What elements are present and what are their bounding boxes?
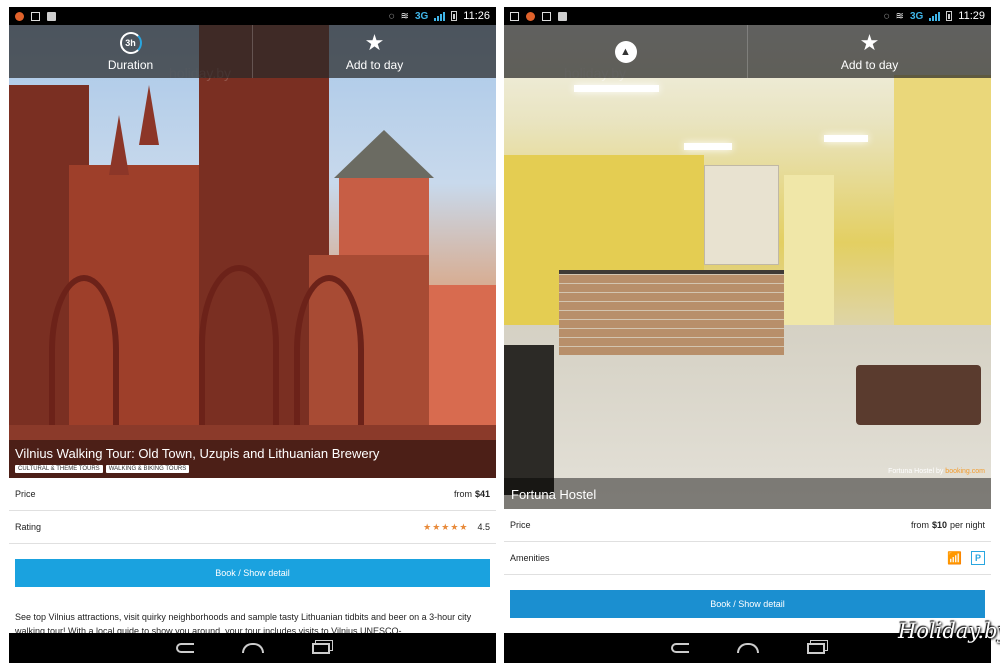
category-tag[interactable]: CULTURAL & THEME TOURS [15,465,103,473]
back-icon[interactable] [175,643,194,653]
photo-credit-text: Fortuna Hostel by [888,468,944,475]
navigation-bar [9,633,496,663]
signal-icon [929,11,941,21]
gothic-arch [294,275,364,425]
price-prefix: from [910,520,929,530]
photo-credit: Fortuna Hostel by booking.com [888,468,985,475]
duration-label: Duration [107,57,154,72]
left-phone-screen: ◌ ≋ 3G 11:26 holiday.by 3h Duration [9,7,496,663]
action-bar: 3h Duration ★ Add to day [9,25,496,78]
hostel-hero-image: holiday.by ▲ ★ Add to day Fortuna Hostel… [504,25,991,509]
price-label: Price [15,489,36,499]
tag-list: CULTURAL & THEME TOURS WALKING & BIKING … [15,465,490,473]
turret-roof [334,130,434,178]
booking-link[interactable]: booking.com [945,468,985,475]
red-building [429,285,496,425]
rating-stars-icon: ★★★★★ [423,521,469,532]
sync-icon: ◌ [883,10,890,22]
ceiling-light [824,135,868,142]
notification-icon [15,11,24,21]
sync-icon: ◌ [388,10,395,22]
battery-icon [451,11,458,21]
category-tag[interactable]: WALKING & BIKING TOURS [105,465,190,473]
rating-value: 4.5 [477,522,490,532]
amenities-label: Amenities [510,553,550,563]
image-icon [31,11,40,21]
price-value: $10 [931,520,947,530]
reception-desk [559,270,784,355]
clock-icon: 3h [119,31,142,54]
church-spire [109,115,129,175]
notification-icon [526,11,535,21]
back-icon[interactable] [670,643,689,653]
recent-apps-icon[interactable] [311,642,330,654]
recent-apps-icon[interactable] [806,642,825,654]
add-to-day-label: Add to day [840,57,899,72]
add-to-day-label: Add to day [345,57,404,72]
clock: 11:26 [463,10,490,22]
church-spire [139,85,159,145]
network-type: 3G [414,10,429,22]
star-icon: ★ [364,29,385,55]
battery-icon [946,11,953,21]
status-bar: ◌ ≋ 3G 11:29 [504,7,991,25]
home-icon[interactable] [736,643,759,653]
star-icon: ★ [859,29,880,55]
tour-title: Vilnius Walking Tour: Old Town, Uzupis a… [15,446,380,461]
action-bar: ▲ ★ Add to day [504,25,991,78]
tour-hero-image: holiday.by 3h Duration ★ Add to day Viln… [9,25,496,478]
navigate-button[interactable]: ▲ [504,25,747,78]
signal-icon [434,11,446,21]
image-icon [542,11,551,21]
leather-bench [856,365,981,425]
book-show-detail-button[interactable]: Book / Show detail [15,559,490,587]
hero-caption: Vilnius Walking Tour: Old Town, Uzupis a… [9,440,496,478]
wooden-door [704,165,779,265]
gothic-arch [49,275,119,425]
price-row: Price from $10 per night [504,509,991,542]
wifi-status-icon: ≋ [895,10,904,22]
add-to-day-button[interactable]: ★ Add to day [747,25,991,78]
clock: 11:29 [958,10,985,22]
corridor [784,175,834,335]
store-icon [558,11,567,21]
status-bar: ◌ ≋ 3G 11:26 [9,7,496,25]
price-value: $41 [474,489,490,499]
gothic-arch [199,265,279,425]
rating-label: Rating [15,522,42,532]
price-row: Price from $41 [9,478,496,511]
add-to-day-button[interactable]: ★ Add to day [252,25,496,78]
hero-caption: Fortuna Hostel [504,478,991,509]
network-type: 3G [909,10,924,22]
book-show-detail-button[interactable]: Book / Show detail [510,590,985,618]
parking-icon: P [971,551,985,565]
hostel-title: Fortuna Hostel [511,487,597,502]
holiday-by-logo: Holiday.by [898,619,1000,643]
stair-railing [504,345,554,495]
wifi-status-icon: ≋ [400,10,409,22]
price-label: Price [510,520,531,530]
navigation-arrow-icon: ▲ [614,40,637,63]
duration-button[interactable]: 3h Duration [9,25,252,78]
wifi-icon: 📶 [947,551,962,565]
right-phone-screen: ◌ ≋ 3G 11:29 holiday.by ▲ ★ Add to day [504,7,991,663]
price-prefix: from [453,489,472,499]
home-icon[interactable] [241,643,264,653]
price-suffix: per night [949,520,985,530]
rating-row: Rating ★★★★★ 4.5 [9,511,496,544]
store-icon [47,11,56,21]
amenities-row: Amenities 📶 P [504,542,991,575]
ceiling-light [574,85,659,92]
image-icon [510,11,519,21]
ceiling-light [684,143,732,150]
